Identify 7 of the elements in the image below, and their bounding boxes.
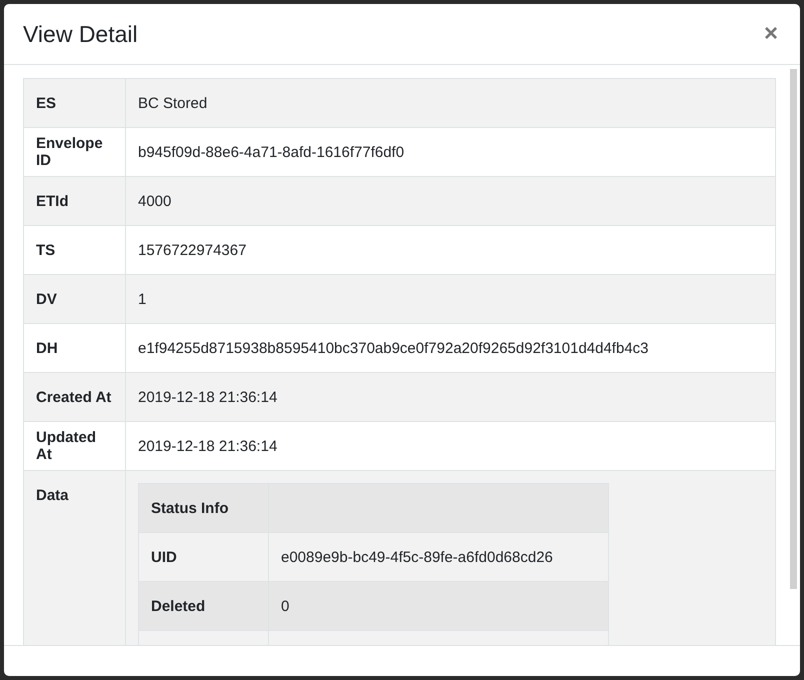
table-cell: Data	[24, 470, 126, 645]
modal-title: View Detail	[23, 20, 138, 48]
close-button[interactable]: ×	[760, 22, 782, 46]
table-cell: BC Stored	[126, 78, 776, 128]
table-cell: Status Info	[138, 484, 268, 532]
table-cell: ES	[24, 78, 126, 128]
scrollbar[interactable]	[790, 69, 797, 589]
